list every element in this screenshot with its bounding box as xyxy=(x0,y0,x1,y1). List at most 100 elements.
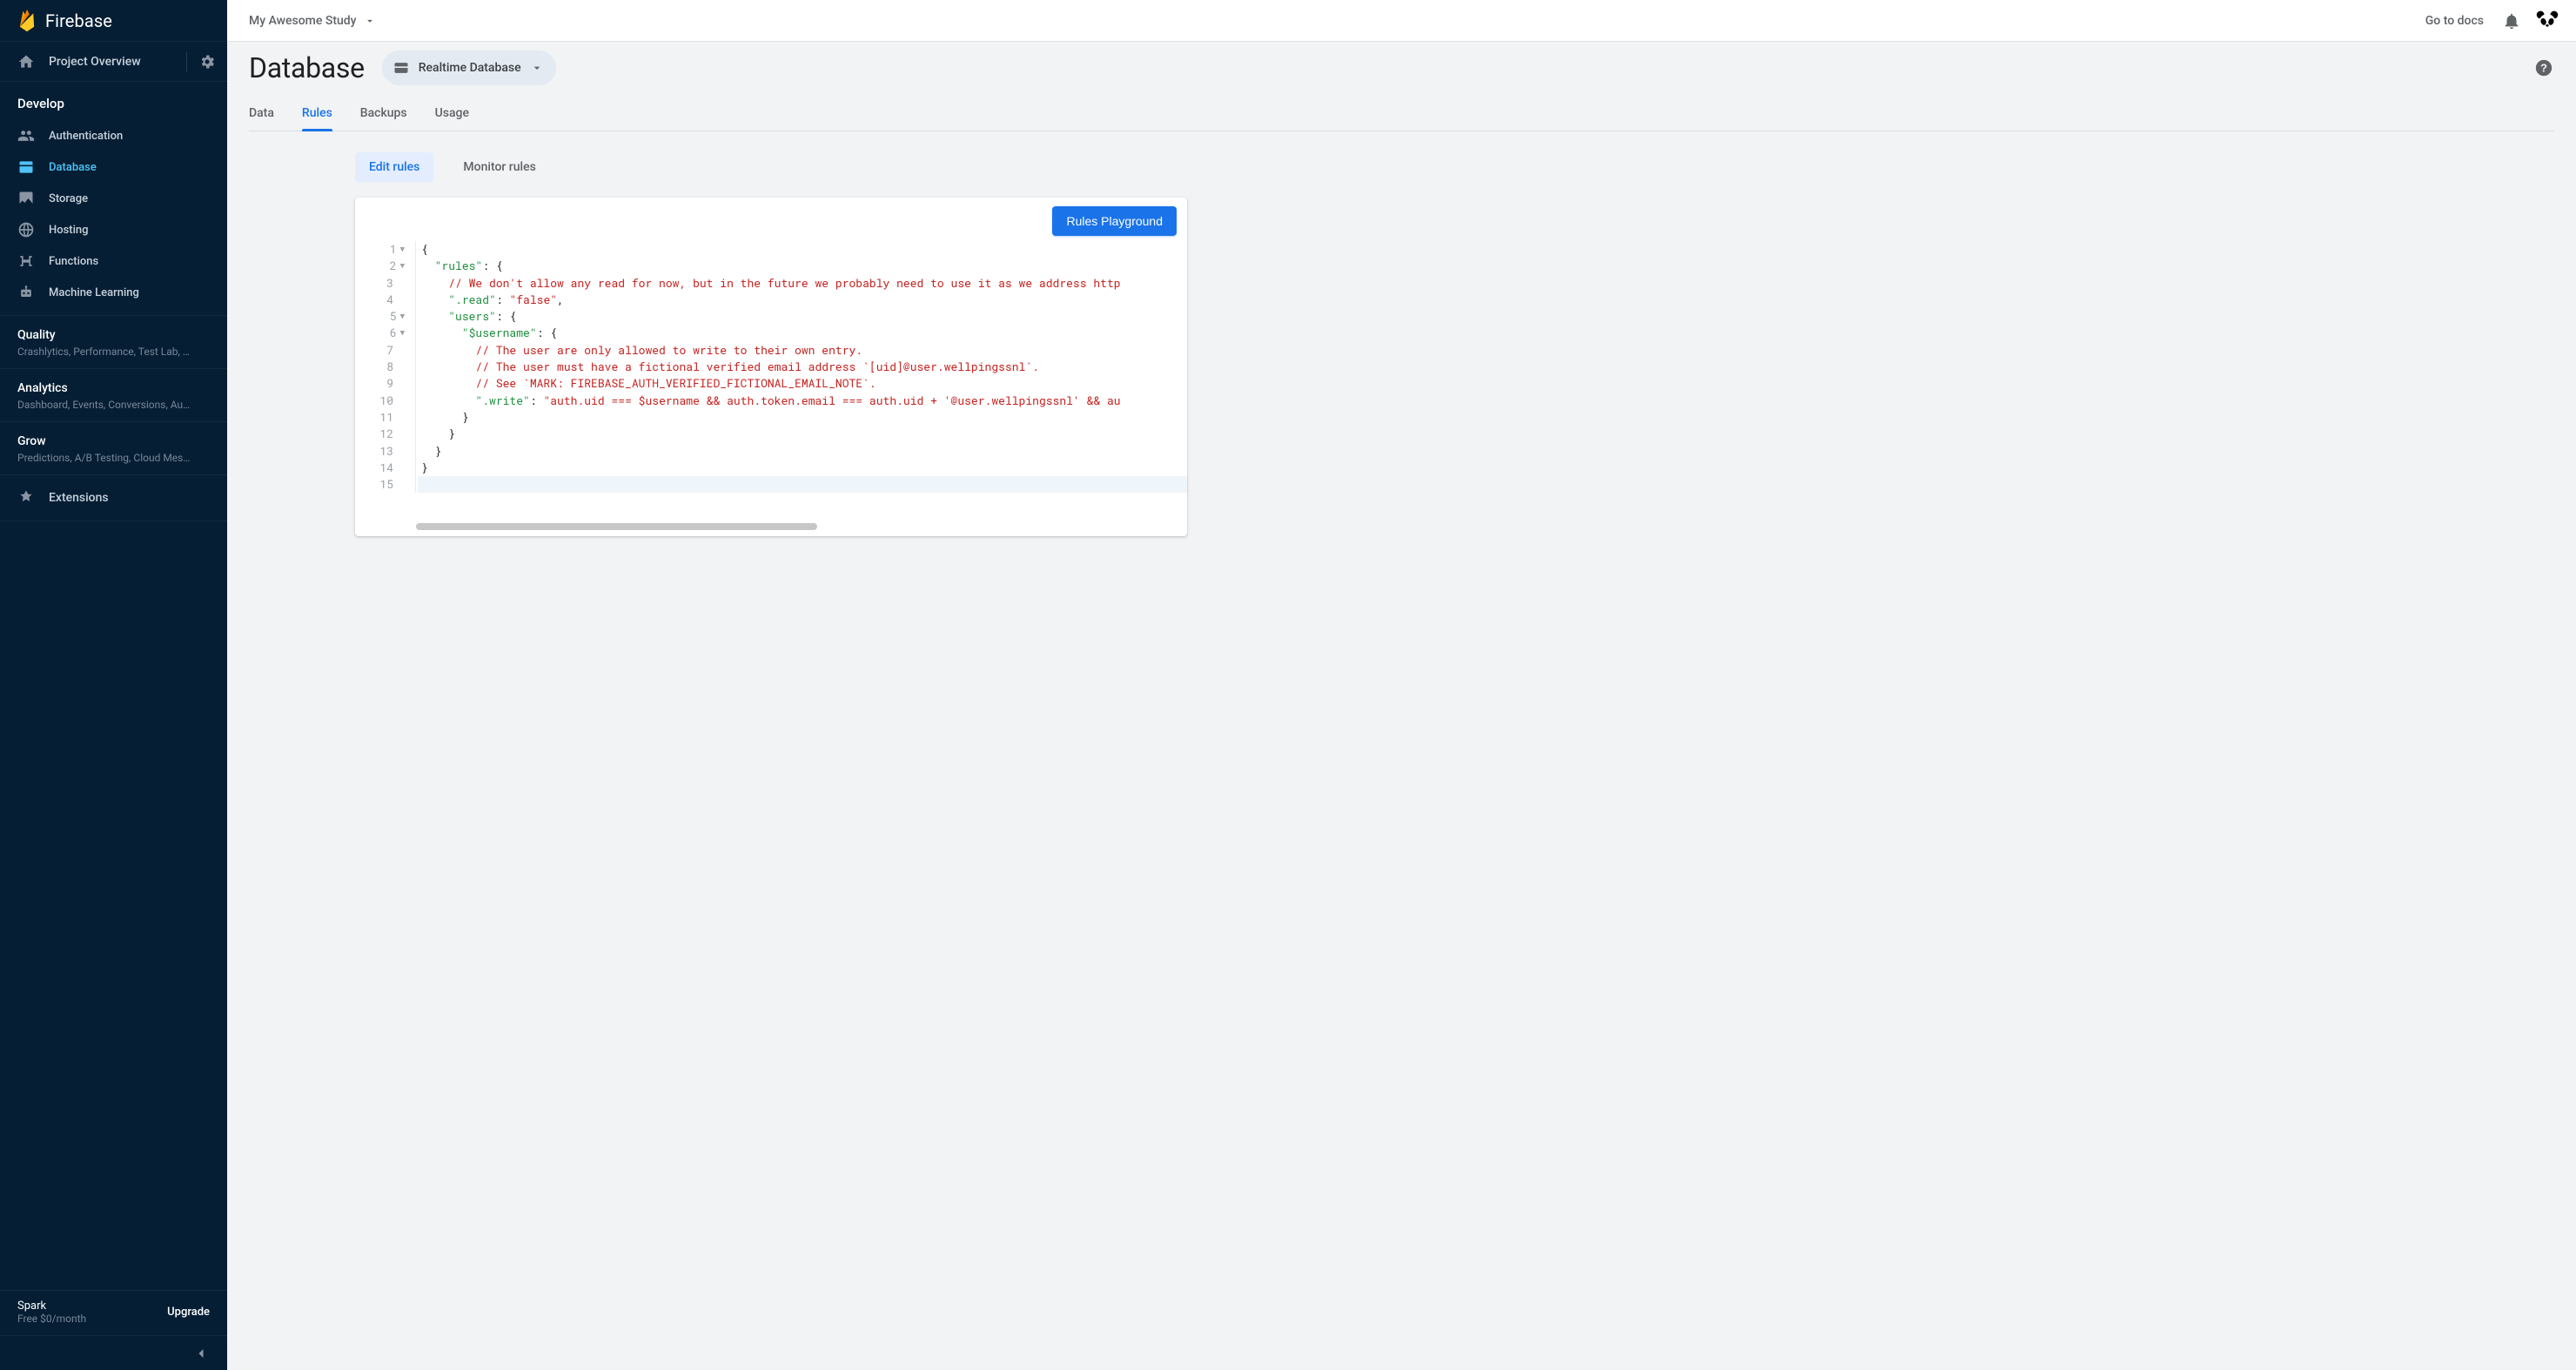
gear-icon xyxy=(198,53,216,71)
gutter-line: 10 xyxy=(355,393,410,409)
code-line[interactable]: // See `MARK: FIREBASE_AUTH_VERIFIED_FIC… xyxy=(418,375,1187,392)
code-line[interactable]: // We don't allow any read for now, but … xyxy=(418,275,1187,292)
gutter-line: 13 xyxy=(355,443,410,460)
code-line[interactable]: // The user must have a fictional verifi… xyxy=(418,359,1187,375)
sidebar-item-hosting[interactable]: Hosting xyxy=(0,214,227,245)
sidebar-group-quality[interactable]: Quality Crashlytics, Performance, Test L… xyxy=(0,316,227,369)
sidebar-item-label: Functions xyxy=(49,255,98,268)
caret-down-icon xyxy=(530,61,544,75)
group-title: Grow xyxy=(17,434,210,448)
bell-icon xyxy=(2502,11,2521,30)
brand-name: Firebase xyxy=(45,10,112,31)
chevron-left-icon xyxy=(192,1345,210,1362)
gutter-line: 9 xyxy=(355,375,410,392)
code-line[interactable]: } xyxy=(418,443,1187,460)
fold-toggle-icon[interactable]: ▼ xyxy=(400,258,405,274)
robot-icon xyxy=(17,284,35,301)
notifications-button[interactable] xyxy=(2501,10,2522,31)
code-area[interactable]: { "rules": { // We don't allow any read … xyxy=(415,241,1187,493)
people-icon xyxy=(17,127,35,144)
go-to-docs-link[interactable]: Go to docs xyxy=(2425,14,2484,28)
sidebar-item-label: Machine Learning xyxy=(49,286,139,299)
gutter-line: 1▼ xyxy=(355,241,410,258)
code-line[interactable]: "users": { xyxy=(418,308,1187,325)
sidebar-item-database[interactable]: Database xyxy=(0,151,227,183)
upgrade-button[interactable]: Upgrade xyxy=(167,1306,210,1319)
fold-toggle-icon[interactable]: ▼ xyxy=(400,325,405,341)
page-title: Database xyxy=(249,51,365,84)
tab-data[interactable]: Data xyxy=(249,97,274,131)
avatar[interactable] xyxy=(2534,8,2560,34)
code-line[interactable]: } xyxy=(418,460,1187,476)
code-line[interactable]: } xyxy=(418,409,1187,426)
sidebar-item-extensions[interactable]: Extensions xyxy=(0,475,227,521)
group-title: Analytics xyxy=(17,381,210,395)
fold-toggle-icon[interactable]: ▼ xyxy=(400,241,405,258)
rules-playground-button[interactable]: Rules Playground xyxy=(1052,206,1177,236)
tab-rules[interactable]: Rules xyxy=(302,97,332,131)
code-line[interactable]: "rules": { xyxy=(418,258,1187,274)
plan-row: Spark Free $0/month Upgrade xyxy=(0,1290,227,1335)
database-type-selector[interactable]: Realtime Database xyxy=(382,50,556,85)
svg-text:?: ? xyxy=(2540,62,2547,75)
gutter-line: 12 xyxy=(355,426,410,442)
topbar: My Awesome Study Go to docs xyxy=(227,0,2576,42)
database-icon xyxy=(17,158,35,176)
line-gutter: 1▼2▼345▼6▼789101112131415 xyxy=(355,241,416,493)
sidebar-group-analytics[interactable]: Analytics Dashboard, Events, Conversions… xyxy=(0,369,227,422)
gutter-line: 14 xyxy=(355,460,410,476)
settings-button[interactable] xyxy=(187,42,227,82)
gutter-line: 3 xyxy=(355,275,410,292)
project-name: My Awesome Study xyxy=(249,14,357,28)
storage-icon xyxy=(17,190,35,207)
code-line[interactable]: ".write": "auth.uid === $username && aut… xyxy=(418,393,1187,409)
code-line[interactable]: } xyxy=(418,426,1187,442)
subtabs: Edit rules Monitor rules xyxy=(355,152,1187,182)
sidebar-item-ml[interactable]: Machine Learning xyxy=(0,277,227,308)
database-chip-icon xyxy=(392,59,410,77)
group-subtitle: Predictions, A/B Testing, Cloud Mes… xyxy=(17,452,210,464)
project-picker[interactable]: My Awesome Study xyxy=(249,14,376,28)
plan-name: Spark xyxy=(17,1299,86,1313)
page-header: Database Realtime Database ? Data Rules … xyxy=(227,42,2576,131)
code-editor[interactable]: 1▼2▼345▼6▼789101112131415 { "rules": { /… xyxy=(355,236,1187,536)
code-line[interactable]: // The user are only allowed to write to… xyxy=(418,342,1187,359)
brand[interactable]: Firebase xyxy=(0,0,227,42)
gutter-line: 11 xyxy=(355,409,410,426)
sidebar-item-label: Hosting xyxy=(49,224,89,237)
sidebar-group-grow[interactable]: Grow Predictions, A/B Testing, Cloud Mes… xyxy=(0,422,227,475)
firebase-logo-icon xyxy=(17,8,37,33)
subtab-monitor-rules[interactable]: Monitor rules xyxy=(449,152,549,182)
functions-icon xyxy=(17,252,35,270)
group-title: Quality xyxy=(17,328,210,342)
gutter-line: 6▼ xyxy=(355,325,410,341)
fold-toggle-icon[interactable]: ▼ xyxy=(400,308,405,325)
sidebar-item-storage[interactable]: Storage xyxy=(0,183,227,214)
code-line[interactable]: ".read": "false", xyxy=(418,292,1187,308)
tab-backups[interactable]: Backups xyxy=(360,97,407,131)
horizontal-scrollbar[interactable] xyxy=(416,522,1187,531)
collapse-sidebar-button[interactable] xyxy=(0,1335,227,1370)
extensions-icon xyxy=(17,489,35,507)
project-overview-link[interactable]: Project Overview xyxy=(0,53,186,71)
subtab-edit-rules[interactable]: Edit rules xyxy=(355,152,433,182)
gutter-line: 2▼ xyxy=(355,258,410,274)
gutter-line: 4 xyxy=(355,292,410,308)
help-button[interactable]: ? xyxy=(2533,57,2554,78)
tab-usage[interactable]: Usage xyxy=(435,97,469,131)
project-overview-label: Project Overview xyxy=(49,55,141,69)
scrollbar-thumb[interactable] xyxy=(416,523,817,530)
panda-avatar-icon xyxy=(2535,9,2559,33)
database-chip-label: Realtime Database xyxy=(419,61,521,75)
rules-editor-card: Rules Playground 1▼2▼345▼6▼7891011121314… xyxy=(355,198,1187,536)
sidebar-item-authentication[interactable]: Authentication xyxy=(0,120,227,151)
plan-price: Free $0/month xyxy=(17,1313,86,1325)
gutter-line: 7 xyxy=(355,342,410,359)
help-icon: ? xyxy=(2534,58,2553,77)
code-line[interactable]: "$username": { xyxy=(418,325,1187,341)
caret-down-icon xyxy=(364,15,376,27)
sidebar-item-functions[interactable]: Functions xyxy=(0,245,227,277)
code-line[interactable]: { xyxy=(418,241,1187,258)
code-line[interactable] xyxy=(418,476,1187,493)
group-subtitle: Dashboard, Events, Conversions, Au… xyxy=(17,399,210,411)
